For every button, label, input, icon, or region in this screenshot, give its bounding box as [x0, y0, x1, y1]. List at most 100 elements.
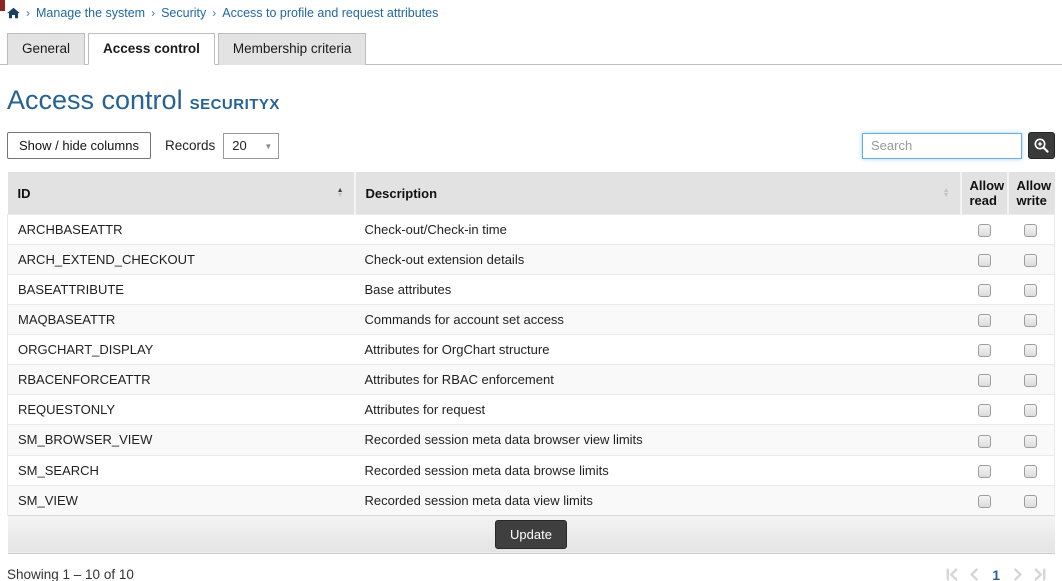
cell-description: Attributes for RBAC enforcement	[355, 365, 961, 395]
tab-access-control[interactable]: Access control	[88, 33, 215, 65]
breadcrumb-separator: ›	[151, 6, 155, 20]
breadcrumb: › Manage the system › Security › Access …	[0, 0, 1062, 22]
allow-read-checkbox[interactable]	[978, 224, 991, 237]
first-page-button[interactable]	[945, 567, 960, 581]
cell-description: Attributes for request	[355, 395, 961, 425]
cell-id: SM_VIEW	[8, 485, 355, 515]
sort-icon-id: ▲ ▼	[337, 188, 344, 198]
allow-read-checkbox[interactable]	[978, 435, 991, 448]
records-label: Records	[165, 138, 215, 153]
allow-read-checkbox[interactable]	[978, 344, 991, 357]
page-title-text: Access control	[7, 85, 183, 115]
first-page-icon	[945, 567, 960, 581]
table-footer: Showing 1 – 10 of 10 1	[7, 567, 1055, 581]
table-row: REQUESTONLY Attributes for request	[8, 395, 1055, 425]
show-hide-columns-button[interactable]: Show / hide columns	[7, 132, 151, 159]
records-select-value: 20	[232, 138, 246, 153]
column-header-description-label: Description	[366, 186, 438, 201]
breadcrumb-link-security[interactable]: Security	[161, 6, 206, 20]
table-row: SM_BROWSER_VIEW Recorded session meta da…	[8, 425, 1055, 455]
showing-text: Showing 1 – 10 of 10	[7, 567, 134, 581]
table-row: ARCH_EXTEND_CHECKOUT Check-out extension…	[8, 245, 1055, 275]
previous-page-button[interactable]	[967, 567, 982, 581]
cell-description: Base attributes	[355, 275, 961, 305]
table-row: ORGCHART_DISPLAY Attributes for OrgChart…	[8, 335, 1055, 365]
allow-write-checkbox[interactable]	[1024, 284, 1037, 297]
cell-id: ORGCHART_DISPLAY	[8, 335, 355, 365]
home-icon[interactable]	[7, 7, 20, 19]
allow-read-checkbox[interactable]	[978, 465, 991, 478]
allow-read-checkbox[interactable]	[978, 404, 991, 417]
tab-general[interactable]: General	[7, 33, 85, 65]
allow-write-checkbox[interactable]	[1024, 435, 1037, 448]
allow-read-checkbox[interactable]	[978, 495, 991, 508]
breadcrumb-separator: ›	[26, 6, 30, 20]
allow-write-checkbox[interactable]	[1024, 344, 1037, 357]
column-header-id[interactable]: ID ▲ ▼	[8, 172, 355, 215]
search-zoom-icon	[1033, 137, 1050, 154]
previous-page-icon	[967, 567, 982, 581]
cell-description: Recorded session meta data browser view …	[355, 425, 961, 455]
chevron-down-icon: ▼	[264, 142, 272, 151]
search-button[interactable]	[1028, 132, 1055, 159]
allow-read-checkbox[interactable]	[978, 284, 991, 297]
allow-read-checkbox[interactable]	[978, 254, 991, 267]
table-row: ARCHBASEATTR Check-out/Check-in time	[8, 215, 1055, 245]
table-header-row: ID ▲ ▼ Description ▲ ▼	[8, 172, 1055, 215]
corner-mark	[0, 0, 5, 11]
sort-icon-description: ▲ ▼	[943, 188, 950, 198]
cell-id: SM_SEARCH	[8, 455, 355, 485]
cell-id: MAQBASEATTR	[8, 305, 355, 335]
main-content: Access control SECURITYX Show / hide colu…	[0, 85, 1062, 581]
cell-id: ARCH_EXTEND_CHECKOUT	[8, 245, 355, 275]
breadcrumb-link-manage-system[interactable]: Manage the system	[36, 6, 145, 20]
table-row: BASEATTRIBUTE Base attributes	[8, 275, 1055, 305]
cell-id: BASEATTRIBUTE	[8, 275, 355, 305]
allow-write-checkbox[interactable]	[1024, 495, 1037, 508]
cell-id: ARCHBASEATTR	[8, 215, 355, 245]
update-row: Update	[8, 515, 1055, 553]
next-page-icon	[1010, 567, 1025, 581]
access-control-table: ID ▲ ▼ Description ▲ ▼	[7, 172, 1055, 554]
column-header-id-label: ID	[18, 186, 31, 201]
cell-id: REQUESTONLY	[8, 395, 355, 425]
toolbar: Show / hide columns Records 20 ▼	[7, 132, 1055, 159]
allow-write-checkbox[interactable]	[1024, 404, 1037, 417]
allow-write-checkbox[interactable]	[1024, 254, 1037, 267]
allow-write-checkbox[interactable]	[1024, 314, 1037, 327]
page-number[interactable]: 1	[989, 567, 1003, 581]
page-title: Access control SECURITYX	[7, 85, 1055, 116]
cell-description: Attributes for OrgChart structure	[355, 335, 961, 365]
search-area	[862, 132, 1055, 159]
toolbar-left: Show / hide columns Records 20 ▼	[7, 132, 279, 159]
allow-write-checkbox[interactable]	[1024, 224, 1037, 237]
allow-write-checkbox[interactable]	[1024, 374, 1037, 387]
table-row: SM_SEARCH Recorded session meta data bro…	[8, 455, 1055, 485]
allow-read-checkbox[interactable]	[978, 374, 991, 387]
allow-read-checkbox[interactable]	[978, 314, 991, 327]
tab-membership-criteria[interactable]: Membership criteria	[218, 33, 367, 65]
records-select[interactable]: 20 ▼	[223, 133, 279, 159]
cell-description: Check-out/Check-in time	[355, 215, 961, 245]
cell-description: Recorded session meta data view limits	[355, 485, 961, 515]
cell-description: Commands for account set access	[355, 305, 961, 335]
last-page-button[interactable]	[1032, 567, 1047, 581]
column-header-description[interactable]: Description ▲ ▼	[355, 172, 961, 215]
table-body: ARCHBASEATTR Check-out/Check-in time ARC…	[8, 215, 1055, 516]
cell-description: Check-out extension details	[355, 245, 961, 275]
tab-bar: General Access control Membership criter…	[0, 33, 1062, 65]
search-input[interactable]	[862, 133, 1022, 159]
cell-id: RBACENFORCEATTR	[8, 365, 355, 395]
allow-write-checkbox[interactable]	[1024, 465, 1037, 478]
cell-description: Recorded session meta data browse limits	[355, 455, 961, 485]
column-header-allow-write[interactable]: Allow write	[1008, 172, 1055, 215]
update-button[interactable]: Update	[495, 520, 567, 549]
next-page-button[interactable]	[1010, 567, 1025, 581]
table-row: MAQBASEATTR Commands for account set acc…	[8, 305, 1055, 335]
breadcrumb-link-access-attributes[interactable]: Access to profile and request attributes	[222, 6, 438, 20]
page-subtitle: SECURITYX	[190, 96, 280, 113]
column-header-allow-read[interactable]: Allow read	[961, 172, 1008, 215]
table-row: RBACENFORCEATTR Attributes for RBAC enfo…	[8, 365, 1055, 395]
table-row: SM_VIEW Recorded session meta data view …	[8, 485, 1055, 515]
cell-id: SM_BROWSER_VIEW	[8, 425, 355, 455]
